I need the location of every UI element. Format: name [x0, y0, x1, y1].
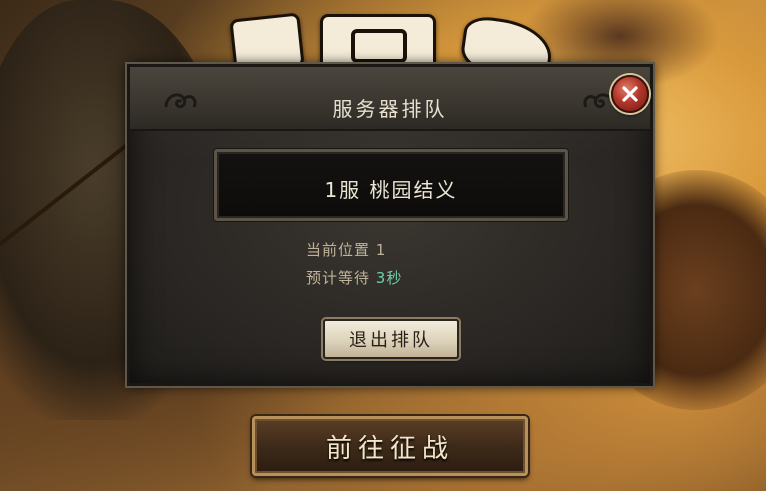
estimated-wait-text: 预计等待 3秒	[306, 267, 402, 288]
exit-queue-button[interactable]: 退出排队	[323, 319, 459, 359]
server-name: 1服 桃园结义	[324, 178, 458, 202]
close-icon	[622, 86, 638, 102]
close-button[interactable]	[611, 75, 649, 113]
game-screen: 服务器排队 1服 桃园结义 当前位置 1 预计等待 3秒 退出排队 前往征战	[0, 0, 766, 491]
queue-position-text: 当前位置 1	[306, 241, 387, 259]
dialog-title: 服务器排队	[332, 97, 448, 121]
estimated-wait-label: 预计等待	[306, 269, 376, 287]
estimated-wait-value: 3秒	[375, 269, 403, 287]
go-to-battle-button[interactable]: 前往征战	[252, 416, 528, 476]
server-name-panel: 1服 桃园结义	[214, 149, 568, 221]
dialog-title-bar: 服务器排队	[130, 67, 650, 131]
server-queue-dialog: 服务器排队 1服 桃园结义 当前位置 1 预计等待 3秒 退出排队	[127, 64, 653, 386]
